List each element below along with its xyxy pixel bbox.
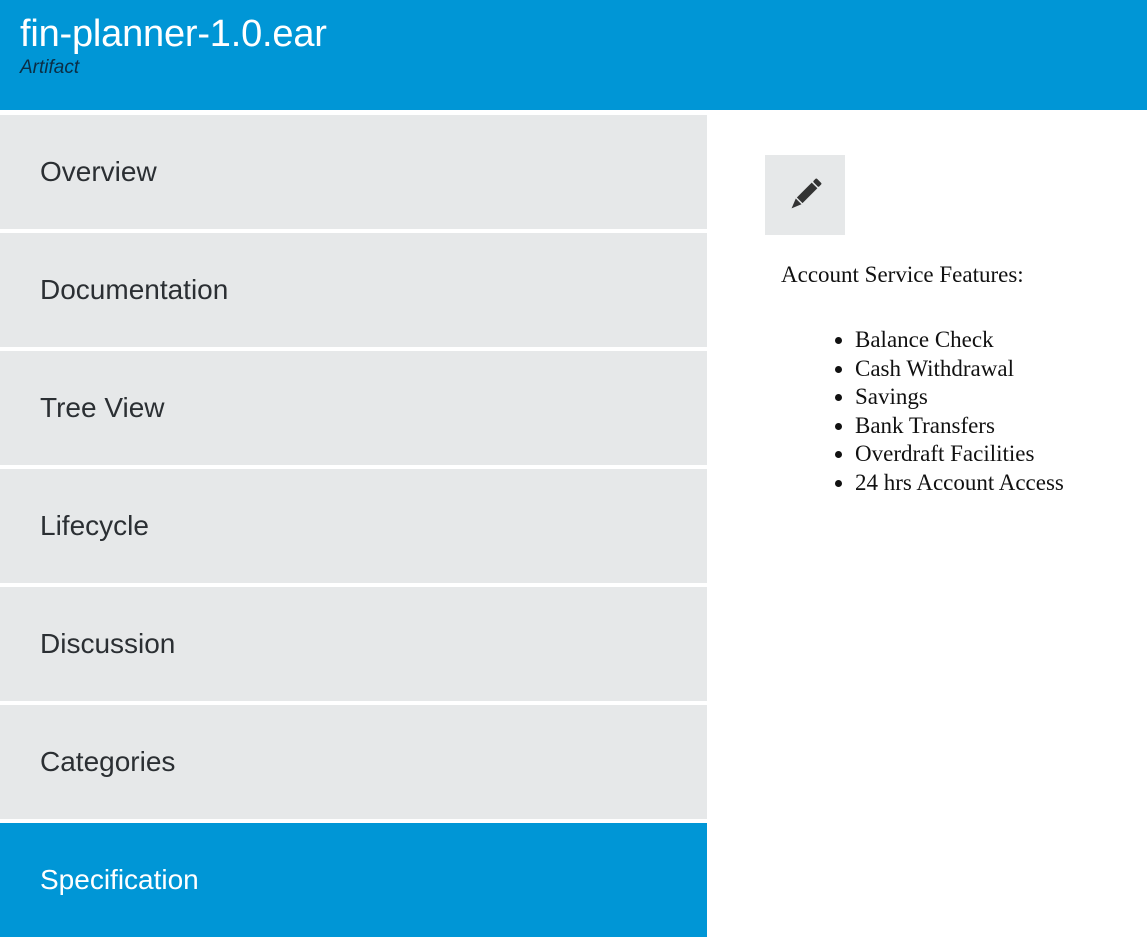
list-item: Bank Transfers [855, 412, 1064, 441]
sidebar-item-documentation[interactable]: Documentation [0, 233, 707, 347]
sidebar-item-label: Tree View [40, 392, 165, 423]
sidebar-item-tree-view[interactable]: Tree View [0, 351, 707, 465]
edit-button[interactable] [765, 155, 845, 235]
spec-heading: Account Service Features: [781, 262, 1024, 287]
artifact-type-label: Artifact [20, 57, 80, 78]
sidebar-item-label: Categories [40, 746, 176, 777]
feature-list: Balance Check Cash Withdrawal Savings Ba… [817, 326, 1064, 497]
pencil-icon [791, 178, 822, 209]
sidebar-item-label: Documentation [40, 274, 229, 305]
list-item: Cash Withdrawal [855, 355, 1064, 384]
page-header: fin-planner-1.0.ear Artifact [0, 0, 1147, 110]
artifact-title: fin-planner-1.0.ear [20, 13, 327, 55]
sidebar-item-specification[interactable]: Specification [0, 823, 707, 937]
sidebar-item-categories[interactable]: Categories [0, 705, 707, 819]
list-item: 24 hrs Account Access [855, 469, 1064, 498]
sidebar-item-overview[interactable]: Overview [0, 115, 707, 229]
list-item: Balance Check [855, 326, 1064, 355]
list-item: Savings [855, 383, 1064, 412]
sidebar-item-label: Overview [40, 156, 157, 187]
list-item: Overdraft Facilities [855, 440, 1064, 469]
sidebar-item-lifecycle[interactable]: Lifecycle [0, 469, 707, 583]
sidebar-item-label: Specification [40, 864, 199, 895]
specification-panel: Account Service Features: Balance Check … [707, 115, 1147, 934]
sidebar-item-discussion[interactable]: Discussion [0, 587, 707, 701]
sidebar-item-label: Discussion [40, 628, 176, 659]
sidebar-item-label: Lifecycle [40, 510, 149, 541]
sidebar-nav: Overview Documentation Tree View Lifecyc… [0, 115, 707, 941]
